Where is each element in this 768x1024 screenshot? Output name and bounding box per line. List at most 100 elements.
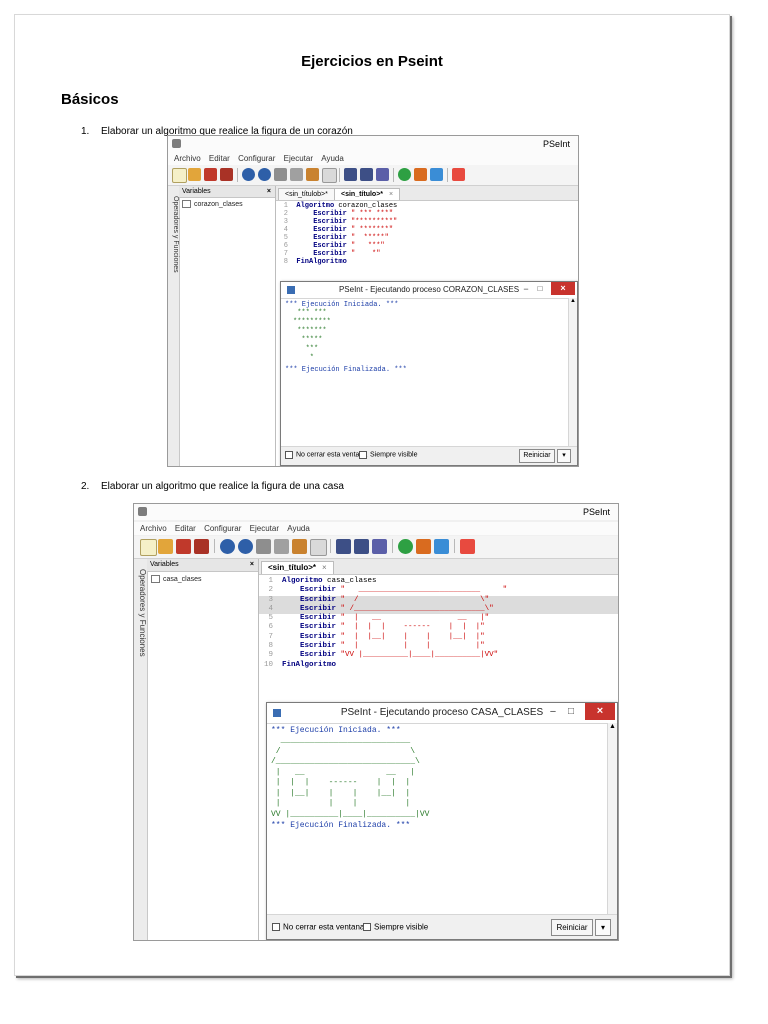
close-icon[interactable]: × (267, 186, 271, 197)
menu-editar[interactable]: Editar (209, 152, 230, 165)
save-as-icon[interactable] (194, 539, 209, 554)
menu-editar[interactable]: Editar (175, 522, 196, 535)
variables-title: Variables (150, 561, 179, 568)
exercise-item-2: 2. Elaborar un algoritmo que realice la f… (81, 481, 344, 492)
undo-icon[interactable] (220, 539, 235, 554)
chevron-down-icon[interactable]: ▾ (595, 919, 611, 936)
console-start-line: *** Ejecución Iniciada. *** (271, 726, 401, 735)
app-title: PSeInt (582, 507, 610, 517)
section-heading: Básicos (61, 91, 119, 108)
toolbar-separator (447, 168, 448, 182)
close-icon[interactable]: × (250, 559, 254, 571)
checkbox-no-close[interactable] (285, 451, 293, 459)
checkbox-no-close[interactable] (272, 922, 280, 931)
tab-sin-titulo[interactable]: <sin_título>* × (334, 188, 401, 200)
scroll-up-icon[interactable]: ▲ (569, 298, 577, 306)
maximize-icon[interactable]: □ (533, 282, 547, 296)
step-icon[interactable] (416, 539, 431, 554)
console-end-line: *** Ejecución Finalizada. *** (285, 366, 407, 374)
indent-icon[interactable] (336, 539, 351, 554)
open-folder-icon[interactable] (158, 539, 173, 554)
help-icon[interactable] (460, 539, 475, 554)
menu-archivo[interactable]: Archivo (140, 522, 167, 535)
diagram-icon[interactable] (372, 539, 387, 554)
copy-icon[interactable] (290, 168, 303, 181)
checkbox-always-visible[interactable] (363, 922, 371, 931)
find-icon[interactable] (310, 539, 327, 556)
find-icon[interactable] (322, 168, 337, 183)
menu-archivo[interactable]: Archivo (174, 152, 201, 165)
code-line: 5 Escribir " | __ __ |" (268, 614, 490, 623)
menu-ayuda[interactable]: Ayuda (287, 522, 310, 535)
open-folder-icon[interactable] (188, 168, 201, 181)
no-close-option[interactable]: No cerrar esta ventana (285, 451, 367, 459)
console-ascii-output: ___________________________ / \ /_______… (271, 736, 430, 819)
variables-header: Variables × (147, 559, 258, 572)
redo-icon[interactable] (238, 539, 253, 554)
cut-icon[interactable] (256, 539, 271, 554)
run-icon[interactable] (398, 168, 411, 181)
close-icon[interactable]: × (551, 282, 575, 295)
paste-icon[interactable] (292, 539, 307, 554)
variable-tree-item[interactable]: corazon_clases (182, 200, 243, 208)
always-visible-option[interactable]: Siempre visible (363, 922, 428, 931)
restart-button[interactable]: Reiniciar (519, 449, 555, 463)
console-window: PSeInt - Ejecutando proceso CASA_CLASES … (266, 702, 618, 940)
menu-configurar[interactable]: Configurar (204, 522, 241, 535)
new-file-icon[interactable] (172, 168, 187, 183)
redo-icon[interactable] (258, 168, 271, 181)
indent-icon[interactable] (344, 168, 357, 181)
minimize-icon[interactable]: − (545, 703, 561, 721)
pseint-screenshot-heart: PSeInt Archivo Editar Configurar Ejecuta… (167, 135, 579, 467)
format-icon[interactable] (354, 539, 369, 554)
maximize-icon[interactable]: □ (563, 703, 579, 721)
variables-title: Variables (182, 188, 211, 195)
variable-tree-item[interactable]: casa_clases (151, 575, 202, 583)
menu-configurar[interactable]: Configurar (238, 152, 275, 165)
menu-ejecutar[interactable]: Ejecutar (250, 522, 279, 535)
no-close-option[interactable]: No cerrar esta ventana (272, 922, 364, 931)
tab-close-icon[interactable]: × (322, 563, 327, 572)
minimize-icon[interactable]: − (519, 282, 533, 296)
diagram-icon[interactable] (376, 168, 389, 181)
copy-icon[interactable] (274, 539, 289, 554)
toolbar (168, 165, 578, 186)
code-line: 2 Escribir " *** ***" (283, 210, 394, 218)
app-titlebar: PSeInt (168, 136, 578, 152)
flowchart-icon[interactable] (434, 539, 449, 554)
menu-ayuda[interactable]: Ayuda (321, 152, 344, 165)
checkbox-always-visible[interactable] (359, 451, 367, 459)
cut-icon[interactable] (274, 168, 287, 181)
menu-ejecutar[interactable]: Ejecutar (284, 152, 313, 165)
operators-strip[interactable]: Operadores y Funciones (134, 559, 148, 940)
scroll-up-icon[interactable]: ▲ (608, 723, 617, 733)
help-icon[interactable] (452, 168, 465, 181)
format-icon[interactable] (360, 168, 373, 181)
chevron-down-icon[interactable]: ▾ (557, 449, 571, 463)
save-icon[interactable] (204, 168, 217, 181)
save-as-icon[interactable] (220, 168, 233, 181)
pseint-screenshot-house: PSeInt Archivo Editar Configurar Ejecuta… (133, 503, 619, 941)
undo-icon[interactable] (242, 168, 255, 181)
restart-button[interactable]: Reiniciar (551, 919, 593, 936)
run-icon[interactable] (398, 539, 413, 554)
console-scrollbar[interactable]: ▲ (568, 298, 577, 447)
tab-sin-titulo[interactable]: <sin_título>* × (261, 561, 334, 574)
save-icon[interactable] (176, 539, 191, 554)
step-icon[interactable] (414, 168, 427, 181)
paste-icon[interactable] (306, 168, 319, 181)
always-visible-option[interactable]: Siempre visible (359, 451, 417, 459)
tab-sin-titulo-b[interactable]: <sin_títulob>* (278, 188, 335, 200)
tab-close-icon[interactable]: × (389, 191, 393, 198)
close-icon[interactable]: × (585, 703, 615, 720)
new-file-icon[interactable] (140, 539, 157, 556)
code-line: 8 FinAlgoritmo (283, 258, 347, 266)
code-line: 7 Escribir " *" (283, 250, 381, 258)
toolbar-separator (454, 539, 455, 553)
code-lines: 1 Algoritmo corazon_clases 2 Escribir " … (276, 202, 578, 266)
operators-strip[interactable]: Operadores y Funciones (168, 186, 180, 466)
variables-panel: Operadores y Funciones Variables × coraz… (168, 186, 276, 466)
console-scrollbar[interactable]: ▲ (607, 723, 617, 915)
item-number: 1. (81, 126, 90, 137)
flowchart-icon[interactable] (430, 168, 443, 181)
